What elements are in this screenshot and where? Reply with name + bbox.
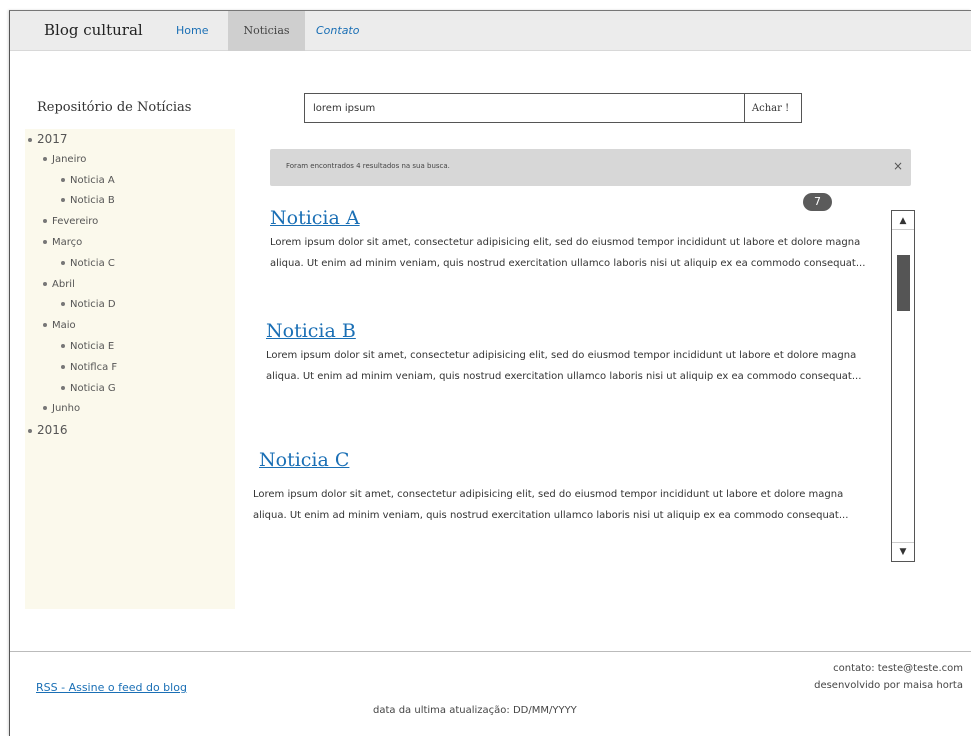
tree-item-label: Noticia A <box>70 174 115 186</box>
tree-item-label: Noticia G <box>70 382 116 394</box>
search-input[interactable] <box>305 94 733 122</box>
tree-item-label: Noticia D <box>70 299 116 311</box>
tree-item-month[interactable]: Fevereiro <box>28 212 117 233</box>
tree-item-news[interactable]: Noticia D <box>28 295 117 316</box>
tree-item-month[interactable]: Abril <box>28 275 117 296</box>
bullet-icon <box>61 260 65 265</box>
footer-contact: contato: teste@teste.com <box>833 663 963 674</box>
bullet-icon <box>61 302 65 307</box>
tree-item-month[interactable]: Janeiro <box>28 150 117 171</box>
brand-title: Blog cultural <box>44 21 143 39</box>
bullet-icon <box>43 406 47 411</box>
news-title-c[interactable]: Noticia C <box>259 449 349 471</box>
tree-item-month[interactable]: Março <box>28 233 117 254</box>
tree-item-news[interactable]: Noticia A <box>28 171 117 192</box>
tree-item-year[interactable]: 2016 <box>28 420 117 441</box>
bullet-icon <box>43 239 47 244</box>
tree-item-label: Março <box>52 236 83 248</box>
tree-item-month[interactable]: Junho <box>28 399 117 420</box>
results-count-badge: 7 <box>803 193 832 211</box>
tree-item-month[interactable]: Maio <box>28 316 117 337</box>
footer-divider <box>10 651 971 652</box>
tree-item-news[interactable]: Noticia G <box>28 379 117 400</box>
tree-item-news[interactable]: Noticia E <box>28 337 117 358</box>
page-frame: Blog cultural Home Noticias Contato Repo… <box>9 10 971 736</box>
tree-item-news[interactable]: Noticia B <box>28 191 117 212</box>
search-button[interactable]: Achar ! <box>744 94 796 122</box>
tree-item-label: Junho <box>52 403 81 415</box>
bullet-icon <box>43 156 47 161</box>
news-archive-tree: 2017 Janeiro Noticia A Noticia B Feverei… <box>28 129 117 441</box>
tree-item-label: 2017 <box>37 132 68 146</box>
bullet-icon <box>61 385 65 390</box>
bullet-icon <box>61 177 65 182</box>
sidebar-title: Repositório de Notícias <box>37 100 192 115</box>
search-bar: Achar ! <box>304 93 802 123</box>
tree-item-label: Noticia E <box>70 340 115 352</box>
bullet-icon <box>28 137 32 142</box>
footer-developer: desenvolvido por maisa horta <box>814 680 963 691</box>
bullet-icon <box>61 364 65 369</box>
tree-item-label: Maio <box>52 320 76 332</box>
nav-contato-link[interactable]: Contato <box>306 11 369 51</box>
scroll-down-arrow-icon[interactable]: ▼ <box>892 542 914 560</box>
tree-item-label: Abril <box>52 278 75 290</box>
news-archive-panel: 2017 Janeiro Noticia A Noticia B Feverei… <box>25 129 235 609</box>
bullet-icon <box>61 198 65 203</box>
tree-item-label: Noticia C <box>70 257 115 269</box>
results-alert: Foram encontrados 4 resultados na sua bu… <box>270 149 911 186</box>
close-icon[interactable]: × <box>893 159 903 173</box>
tree-item-label: Notiflca F <box>70 361 118 373</box>
bullet-icon <box>43 323 47 328</box>
tree-item-news[interactable]: Noticia C <box>28 254 117 275</box>
scroll-thumb[interactable] <box>897 255 910 311</box>
rss-feed-link[interactable]: RSS - Assine o feed do blog <box>36 681 187 694</box>
tree-item-year[interactable]: 2017 <box>28 129 117 150</box>
bullet-icon <box>43 219 47 224</box>
bullet-icon <box>61 343 65 348</box>
tree-item-label: Noticia B <box>70 195 115 207</box>
tree-item-label: Janeiro <box>52 153 87 165</box>
news-title-b[interactable]: Noticia B <box>266 320 356 342</box>
news-body-a: Lorem ipsum dolor sit amet, consectetur … <box>270 237 866 269</box>
footer-last-update: data da ultima atualização: DD/MM/YYYY <box>373 705 577 716</box>
news-body-b: Lorem ipsum dolor sit amet, consectetur … <box>266 350 862 382</box>
nav-home-link[interactable]: Home <box>166 11 218 51</box>
tree-item-label: 2016 <box>37 423 68 438</box>
top-navbar: Blog cultural Home Noticias Contato <box>10 11 971 51</box>
nav-noticias-tab[interactable]: Noticias <box>228 11 305 51</box>
tree-item-label: Fevereiro <box>52 216 99 228</box>
news-body-c: Lorem ipsum dolor sit amet, consectetur … <box>253 489 849 521</box>
bullet-icon <box>28 428 32 433</box>
alert-message: Foram encontrados 4 resultados na sua bu… <box>286 162 450 170</box>
scroll-up-arrow-icon[interactable]: ▲ <box>892 212 914 230</box>
results-scrollbar[interactable]: ▲ ▼ <box>891 210 915 562</box>
news-title-a[interactable]: Noticia A <box>270 207 360 229</box>
tree-item-news[interactable]: Notiflca F <box>28 358 117 379</box>
bullet-icon <box>43 281 47 286</box>
